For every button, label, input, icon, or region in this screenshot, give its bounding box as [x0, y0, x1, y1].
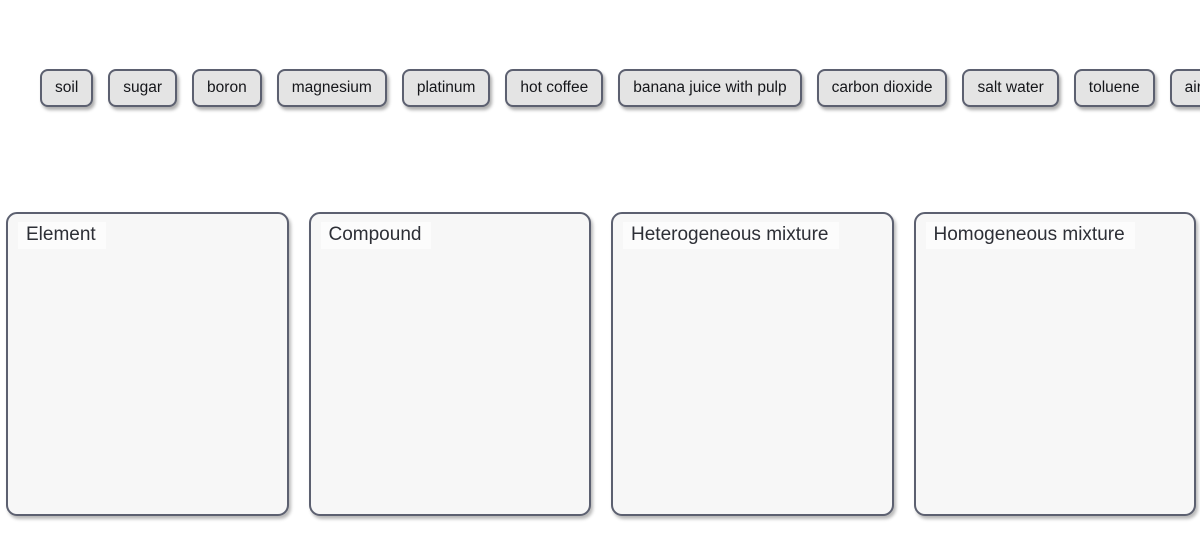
draggable-token[interactable]: boron [192, 69, 262, 107]
draggable-token[interactable]: carbon dioxide [816, 69, 948, 107]
draggable-token[interactable]: banana juice with pulp [618, 69, 802, 107]
dropzone-box[interactable]: Homogeneous mixture [913, 212, 1196, 516]
draggable-token[interactable]: sugar [108, 69, 178, 107]
draggable-token[interactable]: magnesium [276, 69, 387, 107]
dropzone-box[interactable]: Element [6, 212, 289, 516]
token-bank: soil sugar boron magnesium platinum hot coffe… [40, 68, 1200, 108]
draggable-token[interactable]: platinum [401, 69, 491, 107]
draggable-token[interactable]: hot coffee [505, 69, 604, 107]
dropzone-label: Homogeneous mixture [925, 222, 1135, 249]
dropzone-box[interactable]: Compound [308, 212, 591, 516]
dropzone-label: Element [18, 222, 106, 249]
dropzone-label: Heterogeneous mixture [623, 222, 839, 249]
dropzone-label: Compound [320, 222, 432, 249]
draggable-token[interactable]: soil [40, 69, 94, 107]
draggable-token[interactable]: salt water [962, 69, 1059, 107]
dropzone-box[interactable]: Heterogeneous mixture [611, 212, 894, 516]
dropzone-drop-area[interactable] [311, 252, 590, 514]
dropzone-container: Element Compound Heterogeneous mixture Homo… [6, 212, 1196, 516]
draggable-token[interactable]: air [1169, 69, 1200, 107]
draggable-token[interactable]: toluene [1073, 69, 1155, 107]
dropzone-drop-area[interactable] [916, 252, 1195, 514]
dropzone-drop-area[interactable] [613, 252, 892, 514]
dropzone-drop-area[interactable] [8, 252, 287, 514]
